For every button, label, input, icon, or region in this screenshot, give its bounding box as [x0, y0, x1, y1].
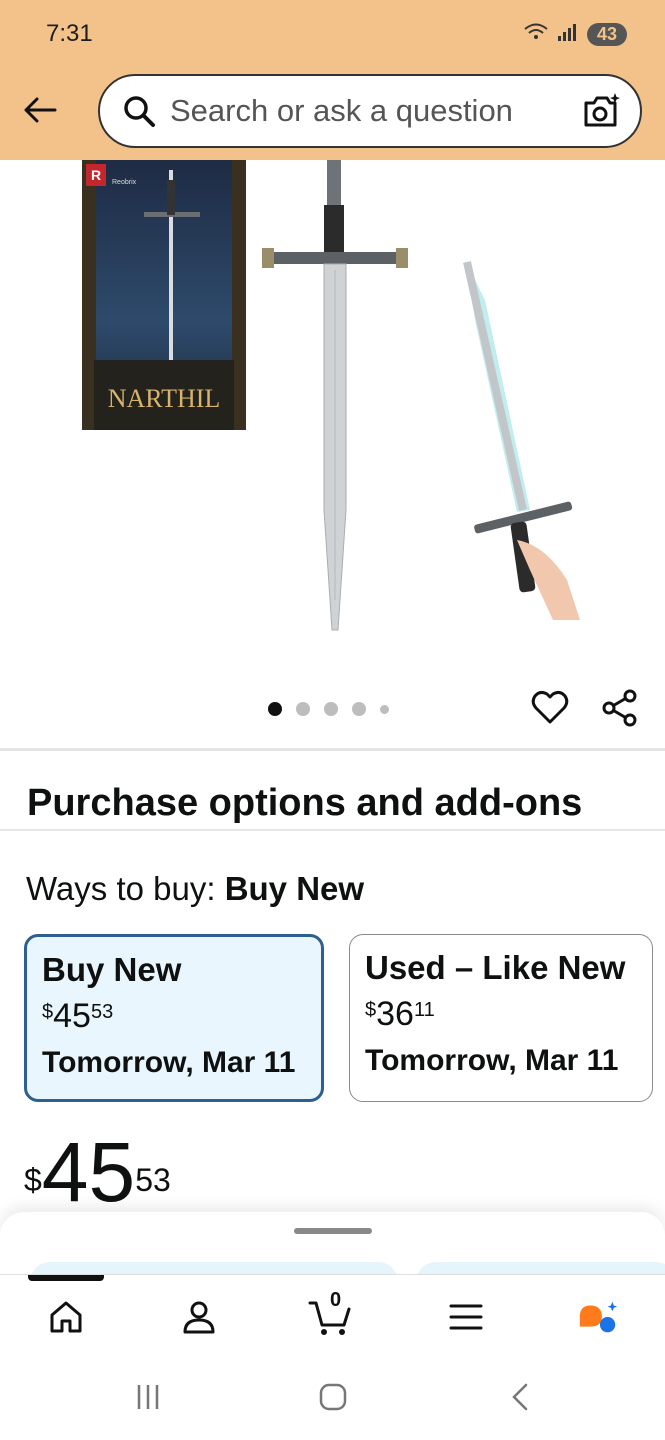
- box-title-label: NARTHIL: [108, 384, 221, 413]
- option-price: $4553: [42, 997, 321, 1036]
- price-cents: 11: [413, 999, 435, 1021]
- sword-in-hand-image: [463, 260, 580, 620]
- price-currency: $: [365, 999, 377, 1021]
- price-dollars: 45: [41, 1125, 136, 1219]
- status-icons: 43: [523, 22, 627, 47]
- signal-icon: [557, 22, 579, 47]
- price-cents: 53: [135, 1162, 171, 1198]
- price-currency: $: [24, 1162, 42, 1198]
- chevron-left-icon: [512, 1383, 528, 1411]
- nav-active-indicator: [28, 1275, 104, 1281]
- battery-indicator: 43: [586, 23, 627, 46]
- nav-home[interactable]: [44, 1295, 88, 1339]
- price-currency: $: [42, 1001, 54, 1023]
- home-circle-icon: [319, 1383, 347, 1411]
- nav-menu[interactable]: [444, 1295, 488, 1339]
- menu-icon: [449, 1304, 483, 1330]
- arrow-left-icon: [24, 97, 57, 123]
- carousel-dot[interactable]: [380, 704, 389, 714]
- nav-account[interactable]: [177, 1295, 221, 1339]
- svg-text:R: R: [91, 167, 101, 183]
- ways-to-buy-label: Ways to buy: Buy New: [26, 870, 364, 908]
- carousel-dot[interactable]: [296, 702, 310, 716]
- price-dollars: 36: [376, 995, 414, 1033]
- home-button[interactable]: [313, 1382, 353, 1412]
- carousel-dot[interactable]: [324, 702, 338, 716]
- sword-image: [262, 160, 408, 631]
- option-delivery: Tomorrow, Mar 11: [42, 1046, 296, 1079]
- carousel-dot[interactable]: [268, 702, 282, 716]
- nav-cart[interactable]: 0: [308, 1289, 352, 1339]
- back-button[interactable]: [20, 90, 60, 130]
- price-dollars: 45: [53, 997, 91, 1035]
- recent-apps-button[interactable]: [128, 1382, 168, 1412]
- search-bar[interactable]: Search or ask a question: [98, 74, 642, 148]
- ways-selected-text: Buy New: [224, 870, 365, 907]
- nav-rufus[interactable]: [576, 1295, 620, 1339]
- product-image-carousel[interactable]: R Reobrix NARTHIL: [0, 160, 665, 748]
- sheet-drag-handle[interactable]: [294, 1228, 372, 1234]
- rufus-icon: [579, 1301, 618, 1333]
- option-delivery: Tomorrow, Mar 11: [365, 1044, 619, 1077]
- product-box-image: R Reobrix NARTHIL: [82, 160, 246, 430]
- product-price: $4553: [24, 1130, 171, 1214]
- carousel-indicator: [268, 702, 389, 716]
- wifi-icon: [523, 22, 549, 47]
- box-brand-label: Reobrix: [112, 179, 137, 186]
- carousel-dot[interactable]: [352, 702, 366, 716]
- heart-icon[interactable]: [530, 688, 570, 728]
- ways-label-text: Ways to buy:: [26, 870, 216, 907]
- search-icon: [124, 96, 155, 127]
- status-time: 7:31: [46, 20, 93, 47]
- system-navigation-bar: [0, 1354, 665, 1440]
- option-used-like-new[interactable]: Used – Like New $3611 Tomorrow, Mar 11: [349, 934, 653, 1102]
- option-buy-new[interactable]: Buy New $4553 Tomorrow, Mar 11: [24, 934, 324, 1102]
- cart-count: 0: [330, 1289, 342, 1311]
- header: 7:31 43 Search or ask a question: [0, 0, 665, 160]
- purchase-options-heading: Purchase options and add-ons: [27, 782, 583, 824]
- system-back-button[interactable]: [500, 1382, 540, 1412]
- share-icon[interactable]: [600, 688, 640, 728]
- option-title: Used – Like New: [365, 949, 626, 986]
- recent-apps-icon: [137, 1385, 159, 1409]
- divider: [0, 829, 665, 831]
- camera-icon[interactable]: [582, 91, 622, 131]
- bottom-nav: 0: [0, 1274, 665, 1355]
- home-icon: [50, 1301, 82, 1333]
- user-icon: [183, 1301, 215, 1334]
- option-price: $3611: [365, 995, 652, 1034]
- search-input[interactable]: Search or ask a question: [170, 93, 582, 129]
- divider: [0, 748, 665, 751]
- option-title: Buy New: [42, 951, 182, 988]
- price-cents: 53: [90, 1001, 114, 1023]
